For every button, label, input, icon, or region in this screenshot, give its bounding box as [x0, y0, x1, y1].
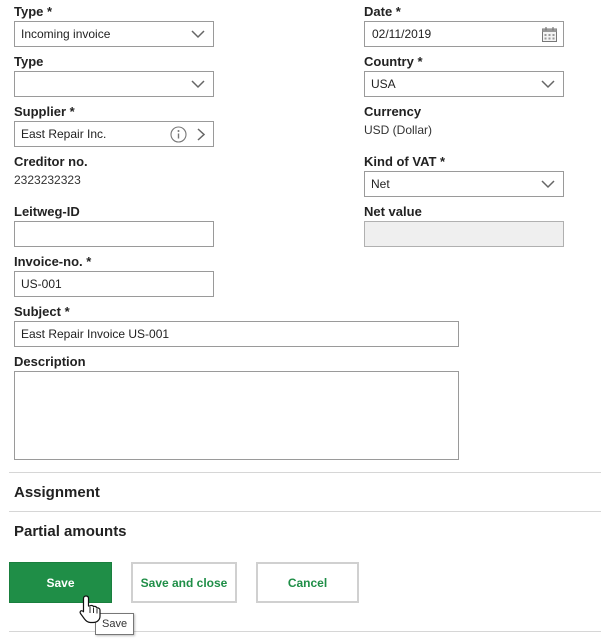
date-value: 02/11/2019: [372, 27, 432, 41]
kind-of-vat-value: Net: [371, 177, 390, 191]
date-input[interactable]: 02/11/2019: [364, 21, 564, 47]
type2-label: Type: [14, 54, 44, 69]
chevron-down-icon: [191, 80, 205, 89]
kind-of-vat-label: Kind of VAT *: [364, 154, 446, 169]
type2-select[interactable]: [14, 71, 214, 97]
chevron-down-icon: [191, 30, 205, 39]
supplier-label: Supplier *: [14, 104, 75, 119]
chevron-right-icon[interactable]: [195, 126, 207, 143]
info-icon[interactable]: [170, 126, 187, 143]
description-label: Description: [14, 354, 86, 369]
net-value-label: Net value: [364, 204, 422, 219]
currency-label: Currency: [364, 104, 422, 119]
supplier-field[interactable]: East Repair Inc.: [14, 121, 214, 147]
kind-of-vat-select[interactable]: Net: [364, 171, 564, 197]
net-value-input: [364, 221, 564, 247]
divider: [9, 472, 601, 473]
cancel-button[interactable]: Cancel: [256, 562, 359, 603]
section-partial-amounts[interactable]: Partial amounts: [14, 523, 127, 540]
leitweg-input[interactable]: [14, 221, 214, 247]
country-label: Country *: [364, 54, 423, 69]
section-assignment[interactable]: Assignment: [14, 484, 100, 501]
chevron-down-icon: [541, 80, 555, 89]
invoice-no-value: US-001: [21, 277, 62, 291]
country-select[interactable]: USA: [364, 71, 564, 97]
type-select[interactable]: Incoming invoice: [14, 21, 214, 47]
invoice-no-label: Invoice-no. *: [14, 254, 92, 269]
type-select-value: Incoming invoice: [21, 27, 111, 41]
subject-value: East Repair Invoice US-001: [21, 327, 170, 341]
save-and-close-button[interactable]: Save and close: [131, 562, 237, 603]
creditor-label: Creditor no.: [14, 154, 88, 169]
hand-cursor-icon: [79, 595, 101, 624]
calendar-icon[interactable]: [541, 26, 558, 43]
description-textarea[interactable]: [14, 371, 459, 460]
invoice-no-input[interactable]: US-001: [14, 271, 214, 297]
chevron-down-icon: [541, 180, 555, 189]
creditor-value: 2323232323: [14, 173, 81, 187]
subject-label: Subject *: [14, 304, 70, 319]
currency-value: USD (Dollar): [364, 123, 433, 137]
country-value: USA: [371, 77, 396, 91]
type-label: Type *: [14, 4, 53, 19]
leitweg-label: Leitweg-ID: [14, 204, 80, 219]
divider: [9, 511, 601, 512]
subject-input[interactable]: East Repair Invoice US-001: [14, 321, 459, 347]
supplier-value: East Repair Inc.: [21, 127, 107, 141]
date-label: Date *: [364, 4, 401, 19]
